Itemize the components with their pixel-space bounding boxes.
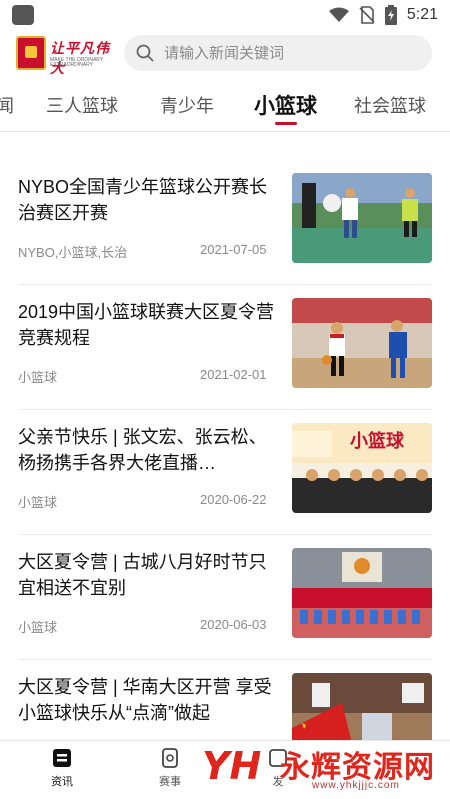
article-date: 2021-02-01 <box>200 367 267 382</box>
article-tags: NYBO,小篮球,长治 <box>18 245 128 260</box>
article-tags: 小篮球 <box>18 620 58 635</box>
article-tags: 小篮球 <box>18 370 58 385</box>
clock-time: 5:21 <box>406 6 438 23</box>
tab-3x3-basketball[interactable]: 三人篮球 <box>46 92 118 118</box>
article-item[interactable]: 父亲节快乐 | 张文宏、张云松、杨扬携手各界大佬直播… 小篮球 2020-06-… <box>0 410 450 535</box>
battery-charging-icon <box>384 5 397 25</box>
tab-social-basketball[interactable]: 社会篮球 <box>354 92 426 118</box>
nav-matches[interactable]: 赛事 <box>140 747 200 789</box>
thumbnail-caption: 小篮球 <box>350 430 405 452</box>
article-thumbnail <box>292 548 432 638</box>
tab-news[interactable]: 闻 <box>0 92 14 118</box>
tab-youth[interactable]: 青少年 <box>160 92 214 118</box>
status-icons: 5:21 <box>328 4 438 26</box>
logo-subtext: MAKE THE ORDINARY EXTRAORDINARY <box>50 57 104 68</box>
status-bar: 5:21 <box>0 0 450 30</box>
article-item[interactable]: NYBO全国青少年篮球公开赛长治赛区开赛 NYBO,小篮球,长治 2021-07… <box>0 160 450 285</box>
nav-label: 资讯 <box>51 776 73 788</box>
search-bar[interactable] <box>124 35 432 71</box>
app-logo[interactable]: 让平凡伟大 MAKE THE ORDINARY EXTRAORDINARY <box>16 36 116 76</box>
article-item[interactable]: 2019中国小篮球联赛大区夏令营竞赛规程 小篮球 2021-02-01 <box>0 285 450 410</box>
watermark: YH 永辉资源网 www.yhkjjjc.com <box>196 738 450 799</box>
app-header: 让平凡伟大 MAKE THE ORDINARY EXTRAORDINARY <box>0 30 450 80</box>
article-title: 大区夏令营 | 华南大区开营 享受小篮球快乐从“点滴”做起 <box>18 677 272 723</box>
notification-icon <box>12 5 34 25</box>
article-thumbnail <box>292 173 432 263</box>
logo-badge-icon <box>16 36 46 70</box>
wifi-icon <box>328 7 349 22</box>
watermark-url: www.yhkjjjc.com <box>312 780 400 791</box>
match-icon <box>162 748 178 768</box>
search-input[interactable] <box>164 44 414 62</box>
nav-label: 赛事 <box>159 776 181 788</box>
article-title: NYBO全国青少年篮球公开赛长治赛区开赛 <box>18 177 268 223</box>
article-title: 父亲节快乐 | 张文宏、张云松、杨扬携手各界大佬直播… <box>18 427 267 473</box>
article-title: 大区夏令营 | 古城八月好时节只宜相送不宜别 <box>18 552 267 598</box>
news-icon <box>53 749 71 767</box>
nav-news[interactable]: 资讯 <box>32 747 92 789</box>
watermark-logo: YH <box>202 744 262 788</box>
tab-mini-basketball[interactable]: 小篮球 <box>254 90 317 120</box>
article-tags: 小篮球 <box>18 495 58 510</box>
search-icon <box>136 44 154 62</box>
active-tab-indicator <box>275 122 297 125</box>
article-thumbnail: 小篮球 <box>292 423 432 513</box>
article-date: 2020-06-22 <box>200 492 267 507</box>
article-date: 2021-07-05 <box>200 242 267 257</box>
article-date: 2020-06-03 <box>200 617 267 632</box>
no-sim-icon <box>359 6 375 24</box>
category-tabs: 闻 三人篮球 青少年 小篮球 社会篮球 <box>0 80 450 132</box>
article-item[interactable]: 大区夏令营 | 古城八月好时节只宜相送不宜别 小篮球 2020-06-03 <box>0 535 450 660</box>
article-thumbnail <box>292 298 432 388</box>
article-title: 2019中国小篮球联赛大区夏令营竞赛规程 <box>18 302 275 348</box>
